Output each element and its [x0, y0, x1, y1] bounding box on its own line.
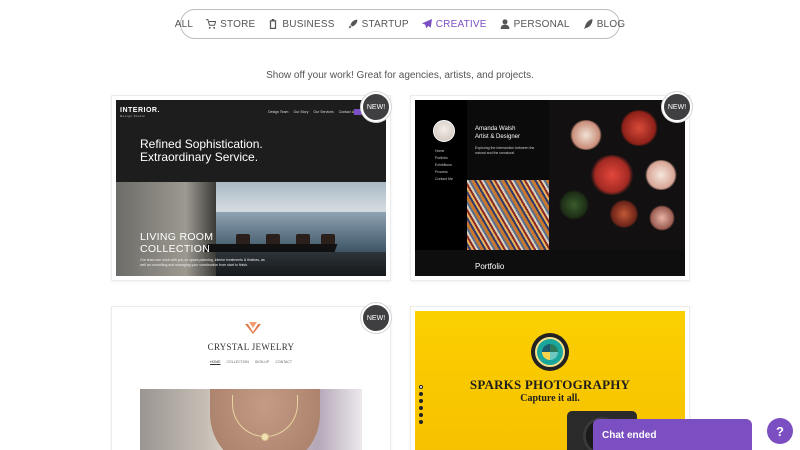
preview-brand-name: CRYSTAL JEWELRY: [207, 342, 295, 352]
filter-startup[interactable]: STARTUP: [348, 19, 409, 30]
filter-all[interactable]: ALL: [175, 19, 193, 30]
abstract-artwork-image: [467, 180, 549, 252]
filter-label: BLOG: [596, 18, 626, 30]
filter-label: PERSONAL: [513, 18, 570, 30]
person-icon: [500, 19, 509, 29]
filter-store[interactable]: STORE: [206, 19, 255, 30]
preview-title: SPARKS PHOTOGRAPHY: [469, 377, 631, 392]
chat-widget-button[interactable]: Chat ended: [593, 419, 752, 450]
preview-portfolio-title: Portfolio: [475, 262, 505, 271]
category-filter-bar: ALL STORE BUSINESS STARTUP CREATIVE PERS…: [175, 9, 625, 39]
section-tagline: Show off your work! Great for agencies, …: [266, 70, 534, 81]
filter-label: STORE: [220, 18, 256, 30]
filter-personal[interactable]: PERSONAL: [500, 19, 570, 30]
preview-subtitle: Capture it all.: [520, 393, 580, 404]
filter-creative[interactable]: CREATIVE: [421, 18, 487, 30]
template-card-interior[interactable]: INTERIOR. Design Studio Design Team Our …: [111, 95, 391, 281]
new-badge: NEW!: [662, 92, 692, 122]
template-preview-portfolio: Home Portfolio Exhibitions Process Conta…: [415, 100, 685, 276]
paper-plane-icon: [421, 19, 432, 29]
filter-label: CREATIVE: [435, 18, 487, 30]
cart-icon: [206, 19, 217, 29]
template-preview-jewelry: CRYSTAL JEWELRY HOME COLLECTION SIGN UP …: [116, 311, 386, 450]
flower-painting-image: [549, 100, 685, 252]
aperture-logo-icon: [531, 333, 569, 371]
new-badge: NEW!: [361, 92, 391, 122]
preview-nav: HOME COLLECTION SIGN UP CONTACT: [210, 360, 292, 364]
preview-footer: [415, 250, 685, 276]
filter-label: ALL: [174, 18, 194, 30]
avatar: [433, 120, 455, 142]
filter-business[interactable]: BUSINESS: [268, 19, 334, 30]
preview-logo: INTERIOR. Design Studio: [120, 107, 160, 118]
template-card-portfolio[interactable]: Home Portfolio Exhibitions Process Conta…: [410, 95, 690, 281]
preview-nav: Design Team Our Story Our Services Conta…: [268, 110, 356, 114]
preview-description: Exploring the intersection between the n…: [475, 146, 535, 155]
preview-nav: Home Portfolio Exhibitions Process Conta…: [435, 149, 453, 181]
filter-blog[interactable]: BLOG: [583, 19, 626, 30]
help-button[interactable]: ?: [767, 418, 793, 444]
preview-artist-name: Amanda Walsh Artist & Designer: [475, 126, 521, 140]
diamond-logo-icon: [245, 322, 261, 334]
preview-headline: Refined Sophistication. Extraordinary Se…: [140, 137, 263, 164]
preview-collection-title: LIVING ROOM COLLECTION: [140, 231, 214, 255]
page: ALL STORE BUSINESS STARTUP CREATIVE PERS…: [0, 0, 800, 450]
template-preview-interior: INTERIOR. Design Studio Design Team Our …: [116, 100, 386, 276]
rocket-icon: [348, 19, 357, 29]
template-card-jewelry[interactable]: CRYSTAL JEWELRY HOME COLLECTION SIGN UP …: [111, 306, 391, 450]
preview-body-text: Our team can work with you on space plan…: [140, 258, 265, 267]
necklace-model-photo: [140, 389, 362, 450]
filter-label: BUSINESS: [282, 18, 335, 30]
new-badge: NEW!: [361, 303, 391, 333]
quill-icon: [583, 19, 593, 29]
clipboard-icon: [270, 19, 277, 29]
filter-label: STARTUP: [361, 18, 409, 30]
